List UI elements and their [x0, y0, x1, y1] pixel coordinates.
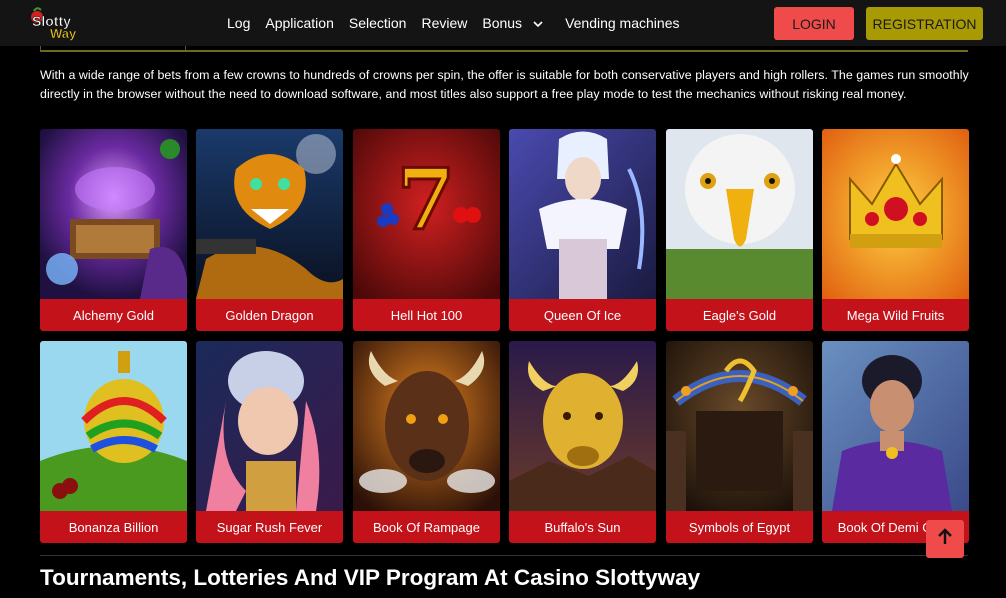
- game-title: Sugar Rush Fever: [196, 511, 343, 543]
- slottyway-logo[interactable]: Slotty Way: [28, 4, 92, 42]
- game-title: Buffalo's Sun: [509, 511, 656, 543]
- game-card-book-of-rampage[interactable]: Book Of Rampage: [353, 341, 500, 543]
- game-title: Eagle's Gold: [666, 299, 813, 331]
- game-thumbnail: [509, 129, 656, 299]
- divider: [40, 50, 968, 52]
- game-thumbnail: 7: [353, 129, 500, 299]
- game-title: Symbols of Egypt: [666, 511, 813, 543]
- game-card-eagles-gold[interactable]: Eagle's Gold: [666, 129, 813, 331]
- game-card-buffalos-sun[interactable]: Buffalo's Sun: [509, 341, 656, 543]
- game-title: Alchemy Gold: [40, 299, 187, 331]
- game-title: Hell Hot 100: [353, 299, 500, 331]
- game-card-hell-hot-100[interactable]: 7 Hell Hot 100: [353, 129, 500, 331]
- game-thumbnail: [509, 341, 656, 511]
- nav-application[interactable]: Application: [265, 15, 334, 31]
- nav-log[interactable]: Log: [227, 15, 250, 31]
- game-thumbnail: [822, 129, 969, 299]
- game-thumbnail: [666, 341, 813, 511]
- game-title: Queen Of Ice: [509, 299, 656, 331]
- game-title: Book Of Rampage: [353, 511, 500, 543]
- scroll-to-top-button[interactable]: [926, 520, 964, 558]
- game-thumbnail: [353, 341, 500, 511]
- registration-button[interactable]: REGISTRATION: [866, 7, 983, 40]
- login-button[interactable]: LOGIN: [774, 7, 854, 40]
- game-card-mega-wild-fruits[interactable]: Mega Wild Fruits: [822, 129, 969, 331]
- section-heading: Tournaments, Lotteries And VIP Program A…: [40, 565, 701, 590]
- game-card-bonanza-billion[interactable]: Bonanza Billion: [40, 341, 187, 543]
- chevron-down-icon[interactable]: [532, 17, 544, 29]
- game-card-alchemy-gold[interactable]: Alchemy Gold: [40, 129, 187, 331]
- game-card-queen-of-ice[interactable]: Queen Of Ice: [509, 129, 656, 331]
- game-thumbnail: [196, 129, 343, 299]
- nav-selection[interactable]: Selection: [349, 15, 407, 31]
- game-card-book-of-demi-gods[interactable]: Book Of Demi Gods: [822, 341, 969, 543]
- nav-vending-machines[interactable]: Vending machines: [565, 15, 679, 31]
- game-title: Bonanza Billion: [40, 511, 187, 543]
- arrow-up-icon: [937, 527, 953, 551]
- game-thumbnail: [40, 129, 187, 299]
- game-thumbnail: [40, 341, 187, 511]
- site-header: Slotty Way Log Application Selection Rev…: [0, 0, 1006, 46]
- game-title: Golden Dragon: [196, 299, 343, 331]
- main-nav: Log Application Selection Review Bonus V…: [227, 0, 694, 46]
- nav-bonus[interactable]: Bonus: [482, 15, 544, 31]
- game-title: Mega Wild Fruits: [822, 299, 969, 331]
- game-thumbnail: [666, 129, 813, 299]
- game-thumbnail: [196, 341, 343, 511]
- game-card-symbols-of-egypt[interactable]: Symbols of Egypt: [666, 341, 813, 543]
- game-card-sugar-rush-fever[interactable]: Sugar Rush Fever: [196, 341, 343, 543]
- game-card-golden-dragon[interactable]: Golden Dragon: [196, 129, 343, 331]
- intro-paragraph: With a wide range of bets from a few cro…: [40, 68, 969, 101]
- game-thumbnail: [822, 341, 969, 511]
- svg-text:Way: Way: [50, 26, 77, 41]
- svg-text:7: 7: [397, 150, 455, 249]
- divider: [40, 555, 968, 556]
- nav-review[interactable]: Review: [421, 15, 467, 31]
